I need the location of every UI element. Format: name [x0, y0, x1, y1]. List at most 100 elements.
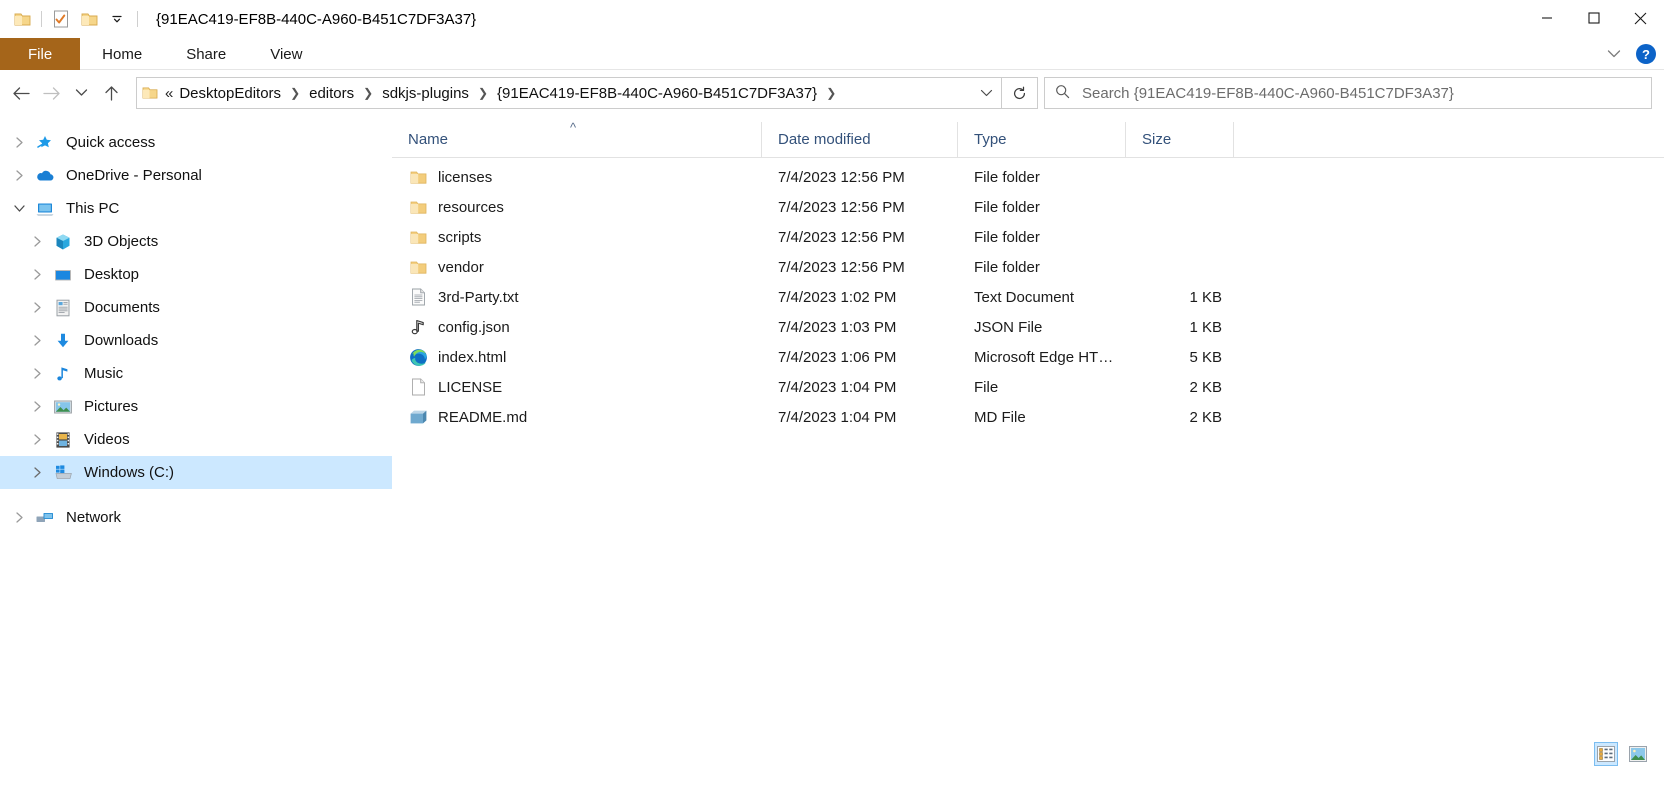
sidebar-item-label: Desktop	[84, 266, 140, 283]
column-header-label: Date modified	[778, 131, 871, 148]
breadcrumb-item-0[interactable]: DesktopEditors	[177, 85, 283, 102]
search-input[interactable]: Search {91EAC419-EF8B-440C-A960-B451C7DF…	[1082, 85, 1454, 102]
file-date: 7/4/2023 1:03 PM	[778, 318, 897, 336]
back-button[interactable]	[6, 77, 36, 109]
file-name-cell: scripts	[392, 227, 762, 247]
close-button[interactable]	[1617, 0, 1664, 36]
column-header-type[interactable]: Type	[958, 121, 1126, 158]
column-header-date-modified[interactable]: Date modified	[762, 121, 958, 158]
file-rows: licenses 7/4/2023 12:56 PM File folder r…	[392, 158, 1664, 432]
sidebar-item-3d-objects[interactable]: 3D Objects	[0, 225, 392, 258]
table-row[interactable]: config.json 7/4/2023 1:03 PM JSON File 1…	[392, 312, 1664, 342]
file-date: 7/4/2023 1:02 PM	[778, 288, 897, 306]
qat-dropdown-chevron-icon[interactable]	[103, 5, 131, 33]
breadcrumb-dropdown-icon[interactable]	[971, 78, 1001, 108]
folder-icon	[408, 197, 428, 217]
sidebar-item-label: Videos	[84, 431, 130, 448]
sidebar-item-this-pc[interactable]: This PC	[0, 192, 392, 225]
tab-share[interactable]: Share	[164, 38, 248, 70]
breadcrumb-folder-icon	[137, 86, 163, 100]
search-icon	[1055, 84, 1070, 103]
column-header-size[interactable]: Size	[1126, 121, 1234, 158]
breadcrumb-chevron-icon-1[interactable]: ❯	[356, 86, 380, 100]
expand-chevron-icon[interactable]	[6, 163, 32, 189]
sidebar-item-desktop[interactable]: Desktop	[0, 258, 392, 291]
expand-chevron-icon[interactable]	[24, 460, 50, 486]
sidebar-item-videos[interactable]: Videos	[0, 423, 392, 456]
expand-chevron-icon[interactable]	[24, 394, 50, 420]
file-name: index.html	[438, 348, 507, 366]
tab-file[interactable]: File	[0, 38, 81, 70]
forward-button[interactable]	[36, 77, 66, 109]
tab-view[interactable]: View	[248, 38, 324, 70]
large-icons-view-button[interactable]	[1626, 742, 1650, 766]
ribbon-collapse-chevron-icon[interactable]	[1602, 42, 1626, 66]
qat-folder-icon[interactable]	[8, 5, 36, 33]
sidebar-item-music[interactable]: Music	[0, 357, 392, 390]
expand-chevron-icon[interactable]	[6, 505, 32, 531]
window-controls	[1523, 0, 1664, 36]
file-name-cell: README.md	[392, 407, 762, 427]
file-date: 7/4/2023 12:56 PM	[778, 228, 905, 246]
sidebar-item-quick-access[interactable]: Quick access	[0, 126, 392, 159]
qat-properties-icon[interactable]	[47, 5, 75, 33]
column-header-label: Name	[408, 131, 449, 148]
file-name-cell: 3rd-Party.txt	[392, 287, 762, 307]
breadcrumb-item-1[interactable]: editors	[307, 85, 356, 102]
expand-chevron-icon[interactable]	[24, 328, 50, 354]
recent-locations-chevron-icon[interactable]	[66, 77, 96, 109]
expand-chevron-icon[interactable]	[24, 427, 50, 453]
sidebar-item-downloads[interactable]: Downloads	[0, 324, 392, 357]
file-type: File folder	[974, 228, 1040, 246]
folder-icon	[408, 227, 428, 247]
breadcrumb-bar[interactable]: « DesktopEditors ❯ editors ❯ sdkjs-plugi…	[136, 77, 1002, 109]
file-date: 7/4/2023 12:56 PM	[778, 168, 905, 186]
help-button[interactable]: ?	[1636, 44, 1656, 64]
table-row[interactable]: README.md 7/4/2023 1:04 PM MD File 2 KB	[392, 402, 1664, 432]
file-size: 5 KB	[1189, 348, 1222, 366]
breadcrumb-item-2[interactable]: sdkjs-plugins	[380, 85, 471, 102]
tab-home[interactable]: Home	[80, 38, 164, 70]
up-button[interactable]	[96, 77, 126, 109]
search-box[interactable]: Search {91EAC419-EF8B-440C-A960-B451C7DF…	[1044, 77, 1652, 109]
breadcrumb-chevron-icon-2[interactable]: ❯	[471, 86, 495, 100]
sidebar-item-label: Music	[84, 365, 124, 382]
breadcrumb-overflow[interactable]: «	[163, 85, 177, 102]
sidebar-item-windows-c[interactable]: Windows (C:)	[0, 456, 392, 489]
expand-chevron-icon[interactable]	[24, 295, 50, 321]
refresh-button[interactable]	[1002, 77, 1038, 109]
table-row[interactable]: scripts 7/4/2023 12:56 PM File folder	[392, 222, 1664, 252]
column-header-label: Size	[1142, 131, 1172, 148]
table-row[interactable]: index.html 7/4/2023 1:06 PM Microsoft Ed…	[392, 342, 1664, 372]
breadcrumb-item-3[interactable]: {91EAC419-EF8B-440C-A960-B451C7DF3A37}	[495, 85, 819, 102]
table-row[interactable]: LICENSE 7/4/2023 1:04 PM File 2 KB	[392, 372, 1664, 402]
sidebar-item-network[interactable]: Network	[0, 501, 392, 534]
file-size: 2 KB	[1189, 408, 1222, 426]
breadcrumb-chevron-icon-0[interactable]: ❯	[283, 86, 307, 100]
desktop-icon	[50, 267, 76, 283]
file-type: Microsoft Edge HT…	[974, 348, 1114, 366]
sidebar-item-documents[interactable]: Documents	[0, 291, 392, 324]
table-row[interactable]: 3rd-Party.txt 7/4/2023 1:02 PM Text Docu…	[392, 282, 1664, 312]
table-row[interactable]: vendor 7/4/2023 12:56 PM File folder	[392, 252, 1664, 282]
expand-chevron-icon[interactable]	[24, 229, 50, 255]
maximize-button[interactable]	[1570, 0, 1617, 36]
file-name-cell: config.json	[392, 317, 762, 337]
sidebar-item-label: Quick access	[66, 134, 156, 151]
column-header-name[interactable]: Name ^	[392, 120, 762, 158]
music-note-icon	[50, 365, 76, 383]
minimize-button[interactable]	[1523, 0, 1570, 36]
expand-chevron-icon[interactable]	[24, 262, 50, 288]
file-list-pane: Name ^ Date modified Type Size licenses …	[392, 116, 1664, 778]
breadcrumb-chevron-icon-3[interactable]: ❯	[819, 86, 843, 100]
expand-chevron-icon[interactable]	[24, 361, 50, 387]
collapse-chevron-icon[interactable]	[6, 196, 32, 222]
table-row[interactable]: licenses 7/4/2023 12:56 PM File folder	[392, 162, 1664, 192]
sidebar-item-pictures[interactable]: Pictures	[0, 390, 392, 423]
table-row[interactable]: resources 7/4/2023 12:56 PM File folder	[392, 192, 1664, 222]
sidebar-item-onedrive[interactable]: OneDrive - Personal	[0, 159, 392, 192]
file-name-cell: vendor	[392, 257, 762, 277]
details-view-button[interactable]	[1594, 742, 1618, 766]
expand-chevron-icon[interactable]	[6, 130, 32, 156]
qat-new-folder-icon[interactable]	[75, 5, 103, 33]
